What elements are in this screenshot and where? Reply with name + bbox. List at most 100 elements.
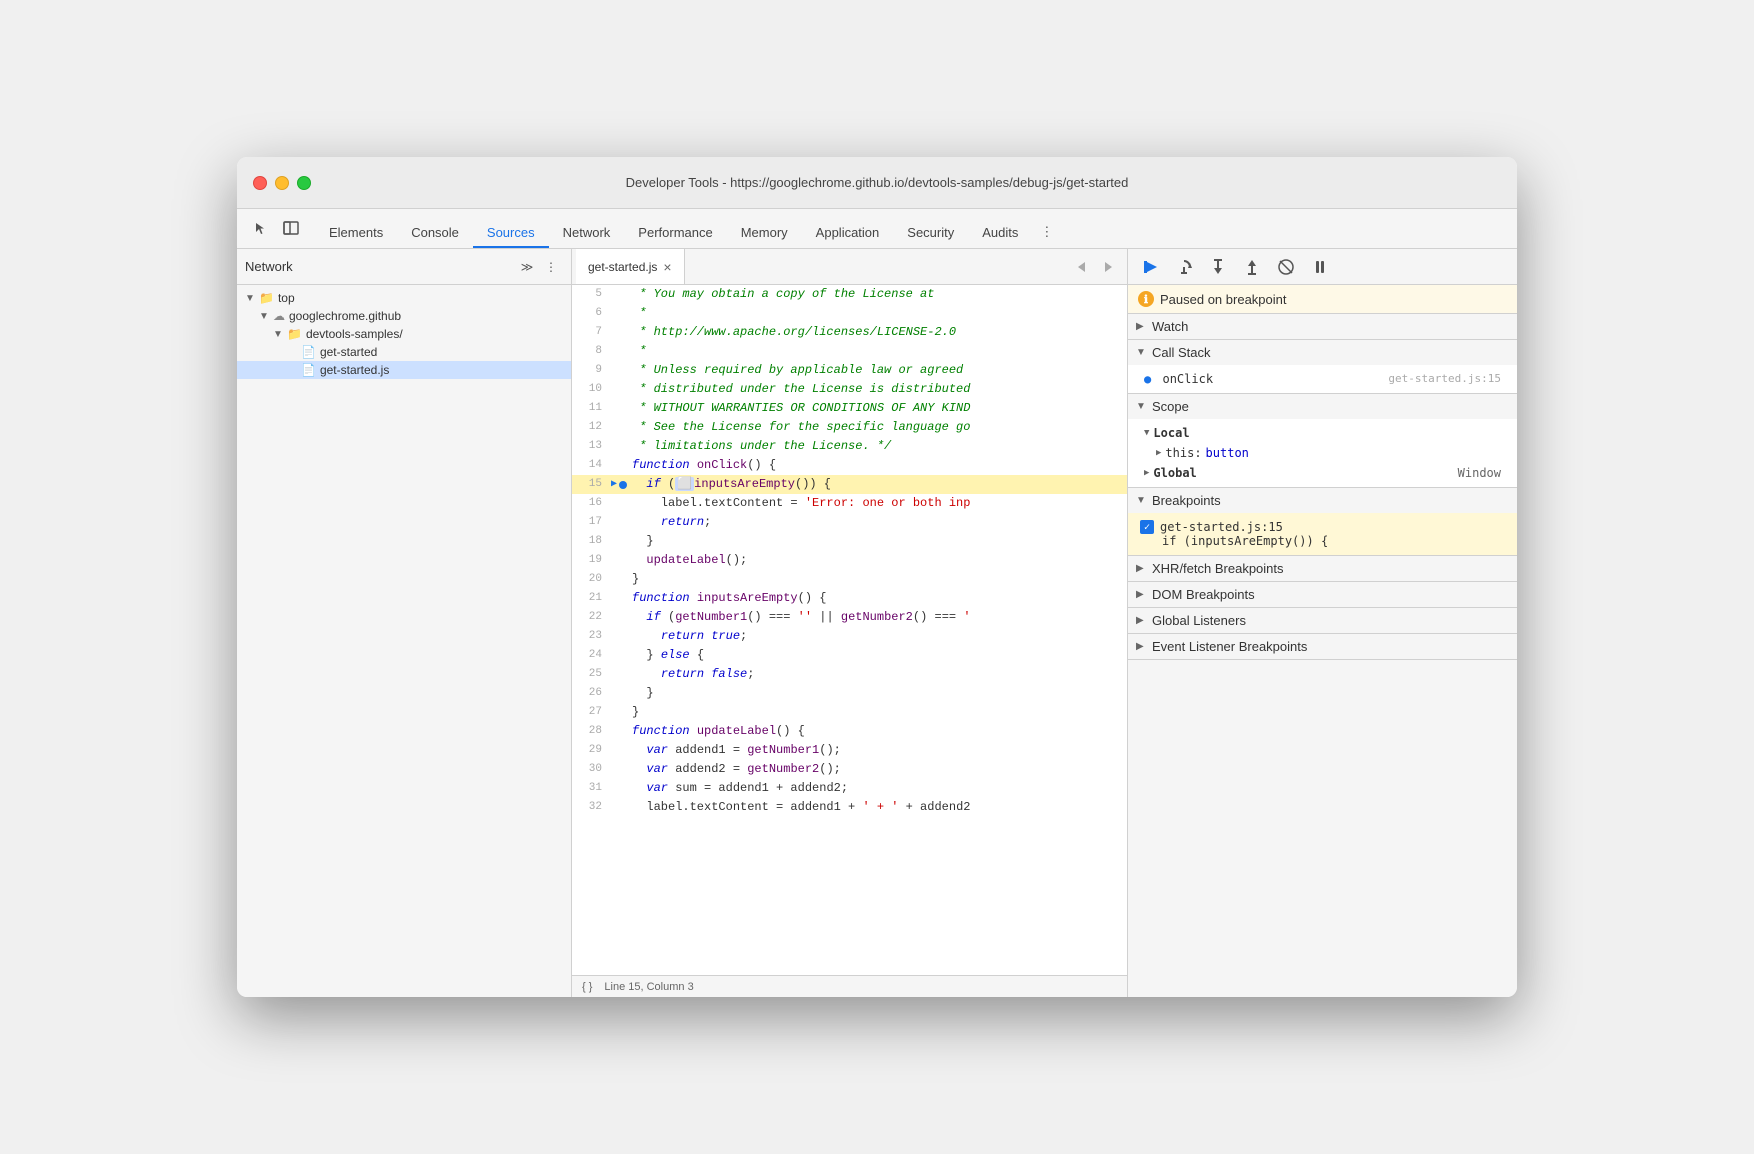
- event-listener-label: Event Listener Breakpoints: [1152, 639, 1307, 654]
- tree-item-get-started[interactable]: 📄 get-started: [237, 343, 571, 361]
- tab-application[interactable]: Application: [802, 219, 894, 248]
- window-title: Developer Tools - https://googlechrome.g…: [626, 175, 1129, 190]
- tab-elements[interactable]: Elements: [315, 219, 397, 248]
- scope-section-header[interactable]: ▼ Scope: [1128, 394, 1517, 419]
- call-stack-section-header[interactable]: ▼ Call Stack: [1128, 340, 1517, 365]
- step-over-button[interactable]: [1170, 253, 1198, 281]
- xhr-label: XHR/fetch Breakpoints: [1152, 561, 1284, 576]
- maximize-button[interactable]: [297, 176, 311, 190]
- cursor-position: Line 15, Column 3: [604, 981, 693, 993]
- editor-tab-get-started-js[interactable]: get-started.js ×: [576, 249, 685, 284]
- code-line-16: 16 label.textContent = 'Error: one or bo…: [572, 494, 1127, 513]
- code-line-29: 29 var addend1 = getNumber1();: [572, 741, 1127, 760]
- breakpoints-toggle-icon: ▼: [1136, 495, 1148, 506]
- scope-content: ▼ Local ▶ this: button ▶ Global: [1128, 419, 1517, 487]
- tree-item-get-started-js[interactable]: 📄 get-started.js: [237, 361, 571, 379]
- global-listeners-label: Global Listeners: [1152, 613, 1246, 628]
- code-content-area[interactable]: 5 * You may obtain a copy of the License…: [572, 285, 1127, 975]
- editor-nav-left-icon[interactable]: [1071, 255, 1095, 279]
- call-stack-section: ▼ Call Stack ● onClick get-started.js:15: [1128, 340, 1517, 394]
- global-label: Global: [1153, 466, 1196, 480]
- dom-breakpoints-header[interactable]: ▶ DOM Breakpoints: [1128, 582, 1517, 608]
- tree-item-devtools-samples[interactable]: ▼ 📁 devtools-samples/: [237, 325, 571, 343]
- code-line-10: 10 * distributed under the License is di…: [572, 380, 1127, 399]
- watch-section-header[interactable]: ▶ Watch: [1128, 314, 1517, 339]
- call-stack-label: Call Stack: [1152, 345, 1211, 360]
- tree-label-devtools-samples: devtools-samples/: [306, 327, 403, 341]
- scope-global-header[interactable]: ▶ Global Window: [1128, 463, 1517, 483]
- global-toggle-icon: ▶: [1144, 468, 1149, 478]
- tab-audits[interactable]: Audits: [968, 219, 1032, 248]
- step-into-button[interactable]: [1204, 253, 1232, 281]
- code-line-21: 21 function inputsAreEmpty() {: [572, 589, 1127, 608]
- event-listener-breakpoints-header[interactable]: ▶ Event Listener Breakpoints: [1128, 634, 1517, 660]
- dom-toggle-icon: ▶: [1136, 589, 1148, 600]
- breakpoints-section-header[interactable]: ▼ Breakpoints: [1128, 488, 1517, 513]
- sidebar-menu-icon[interactable]: ⋮: [539, 255, 563, 279]
- watch-section: ▶ Watch: [1128, 314, 1517, 340]
- main-content: Network ≫ ⋮ ▼ 📁 top ▼ ☁ googlechrome.git…: [237, 249, 1517, 997]
- breakpoint-item-header: ✓ get-started.js:15: [1140, 520, 1505, 534]
- tab-security[interactable]: Security: [893, 219, 968, 248]
- editor-nav-right-icon[interactable]: [1095, 255, 1119, 279]
- dock-icon[interactable]: [279, 216, 303, 240]
- minimize-button[interactable]: [275, 176, 289, 190]
- code-line-27: 27 }: [572, 703, 1127, 722]
- this-toggle-icon: ▶: [1156, 448, 1161, 458]
- file-tree: ▼ 📁 top ▼ ☁ googlechrome.github ▼ 📁 devt…: [237, 285, 571, 997]
- code-line-17: 17 return;: [572, 513, 1127, 532]
- toolbar-icons: [249, 216, 303, 248]
- close-button[interactable]: [253, 176, 267, 190]
- code-line-11: 11 * WITHOUT WARRANTIES OR CONDITIONS OF…: [572, 399, 1127, 418]
- tree-label-get-started-js: get-started.js: [320, 363, 389, 377]
- local-label: Local: [1153, 426, 1189, 440]
- tab-sources[interactable]: Sources: [473, 219, 549, 248]
- cursor-icon[interactable]: [249, 216, 273, 240]
- scope-value-this: button: [1206, 446, 1249, 460]
- file-sidebar: Network ≫ ⋮ ▼ 📁 top ▼ ☁ googlechrome.git…: [237, 249, 572, 997]
- tab-memory[interactable]: Memory: [727, 219, 802, 248]
- debug-toolbar: [1128, 249, 1517, 285]
- code-line-5: 5 * You may obtain a copy of the License…: [572, 285, 1127, 304]
- watch-label: Watch: [1152, 319, 1188, 334]
- tree-item-top[interactable]: ▼ 📁 top: [237, 289, 571, 307]
- code-line-20: 20 }: [572, 570, 1127, 589]
- breakpoint-notice: ℹ Paused on breakpoint: [1128, 285, 1517, 314]
- call-stack-fn-name: ● onClick: [1144, 372, 1213, 386]
- code-line-14: 14 function onClick() {: [572, 456, 1127, 475]
- local-toggle-icon: ▼: [1144, 428, 1149, 438]
- code-line-12: 12 * See the License for the specific la…: [572, 418, 1127, 437]
- format-button[interactable]: { }: [582, 981, 592, 993]
- resume-button[interactable]: [1136, 253, 1164, 281]
- breakpoint-checkbox[interactable]: ✓: [1140, 520, 1154, 534]
- scope-key-this: this:: [1165, 446, 1201, 460]
- tab-performance[interactable]: Performance: [624, 219, 726, 248]
- tab-network[interactable]: Network: [549, 219, 625, 248]
- pause-on-exceptions-button[interactable]: [1306, 253, 1334, 281]
- dom-label: DOM Breakpoints: [1152, 587, 1255, 602]
- main-tab-bar: Elements Console Sources Network Perform…: [237, 209, 1517, 249]
- breakpoints-label: Breakpoints: [1152, 493, 1221, 508]
- tree-label-top: top: [278, 291, 295, 305]
- code-line-28: 28 function updateLabel() {: [572, 722, 1127, 741]
- step-out-button[interactable]: [1238, 253, 1266, 281]
- code-line-15: 15 ▶ if (⬜inputsAreEmpty()) {: [572, 475, 1127, 494]
- editor-tab-close-icon[interactable]: ×: [663, 259, 671, 275]
- deactivate-breakpoints-button[interactable]: [1272, 253, 1300, 281]
- more-tabs-button[interactable]: ⋮: [1032, 218, 1061, 248]
- tree-item-googlechrome[interactable]: ▼ ☁ googlechrome.github: [237, 307, 571, 325]
- xhr-breakpoints-header[interactable]: ▶ XHR/fetch Breakpoints: [1128, 556, 1517, 582]
- tab-console[interactable]: Console: [397, 219, 473, 248]
- scope-local-header[interactable]: ▼ Local: [1128, 423, 1517, 443]
- call-stack-item-onclick[interactable]: ● onClick get-started.js:15: [1128, 369, 1517, 389]
- global-listeners-header[interactable]: ▶ Global Listeners: [1128, 608, 1517, 634]
- editor-tab-label: get-started.js: [588, 260, 657, 274]
- call-stack-location: get-started.js:15: [1388, 372, 1501, 386]
- tree-label-get-started: get-started: [320, 345, 377, 359]
- sidebar-more-icon[interactable]: ≫: [515, 255, 539, 279]
- breakpoint-notice-text: Paused on breakpoint: [1160, 292, 1286, 307]
- code-line-26: 26 }: [572, 684, 1127, 703]
- editor-tab-bar: get-started.js ×: [572, 249, 1127, 285]
- code-line-13: 13 * limitations under the License. */: [572, 437, 1127, 456]
- scope-label: Scope: [1152, 399, 1189, 414]
